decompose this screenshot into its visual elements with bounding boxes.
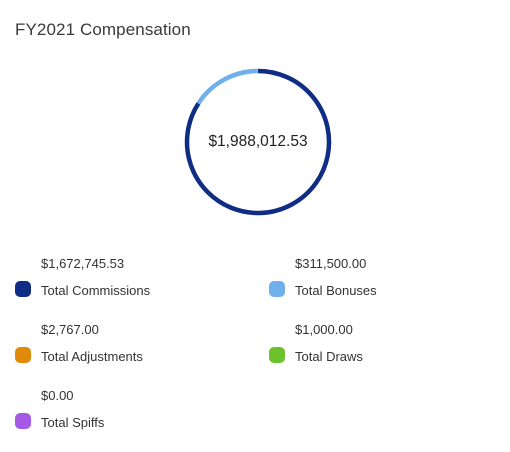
- legend-swatch: [15, 413, 31, 429]
- chart-legend: $1,672,745.53 Total Commissions $311,500.0…: [0, 0, 510, 452]
- legend-label: Total Draws: [295, 349, 363, 364]
- legend-value: $0.00: [41, 388, 74, 403]
- legend-value: $1,000.00: [295, 322, 353, 337]
- legend-label: Total Spiffs: [41, 415, 105, 430]
- legend-swatch: [15, 347, 31, 363]
- legend-label: Total Bonuses: [295, 283, 377, 298]
- legend-value: $1,672,745.53: [41, 256, 125, 271]
- legend-swatch: [15, 281, 31, 297]
- legend-value: $2,767.00: [41, 322, 99, 337]
- legend-label: Total Adjustments: [41, 349, 143, 364]
- legend-swatch: [269, 281, 285, 297]
- legend-swatch: [269, 347, 285, 363]
- legend-value: $311,500.00: [295, 256, 367, 271]
- legend-label: Total Commissions: [41, 283, 151, 298]
